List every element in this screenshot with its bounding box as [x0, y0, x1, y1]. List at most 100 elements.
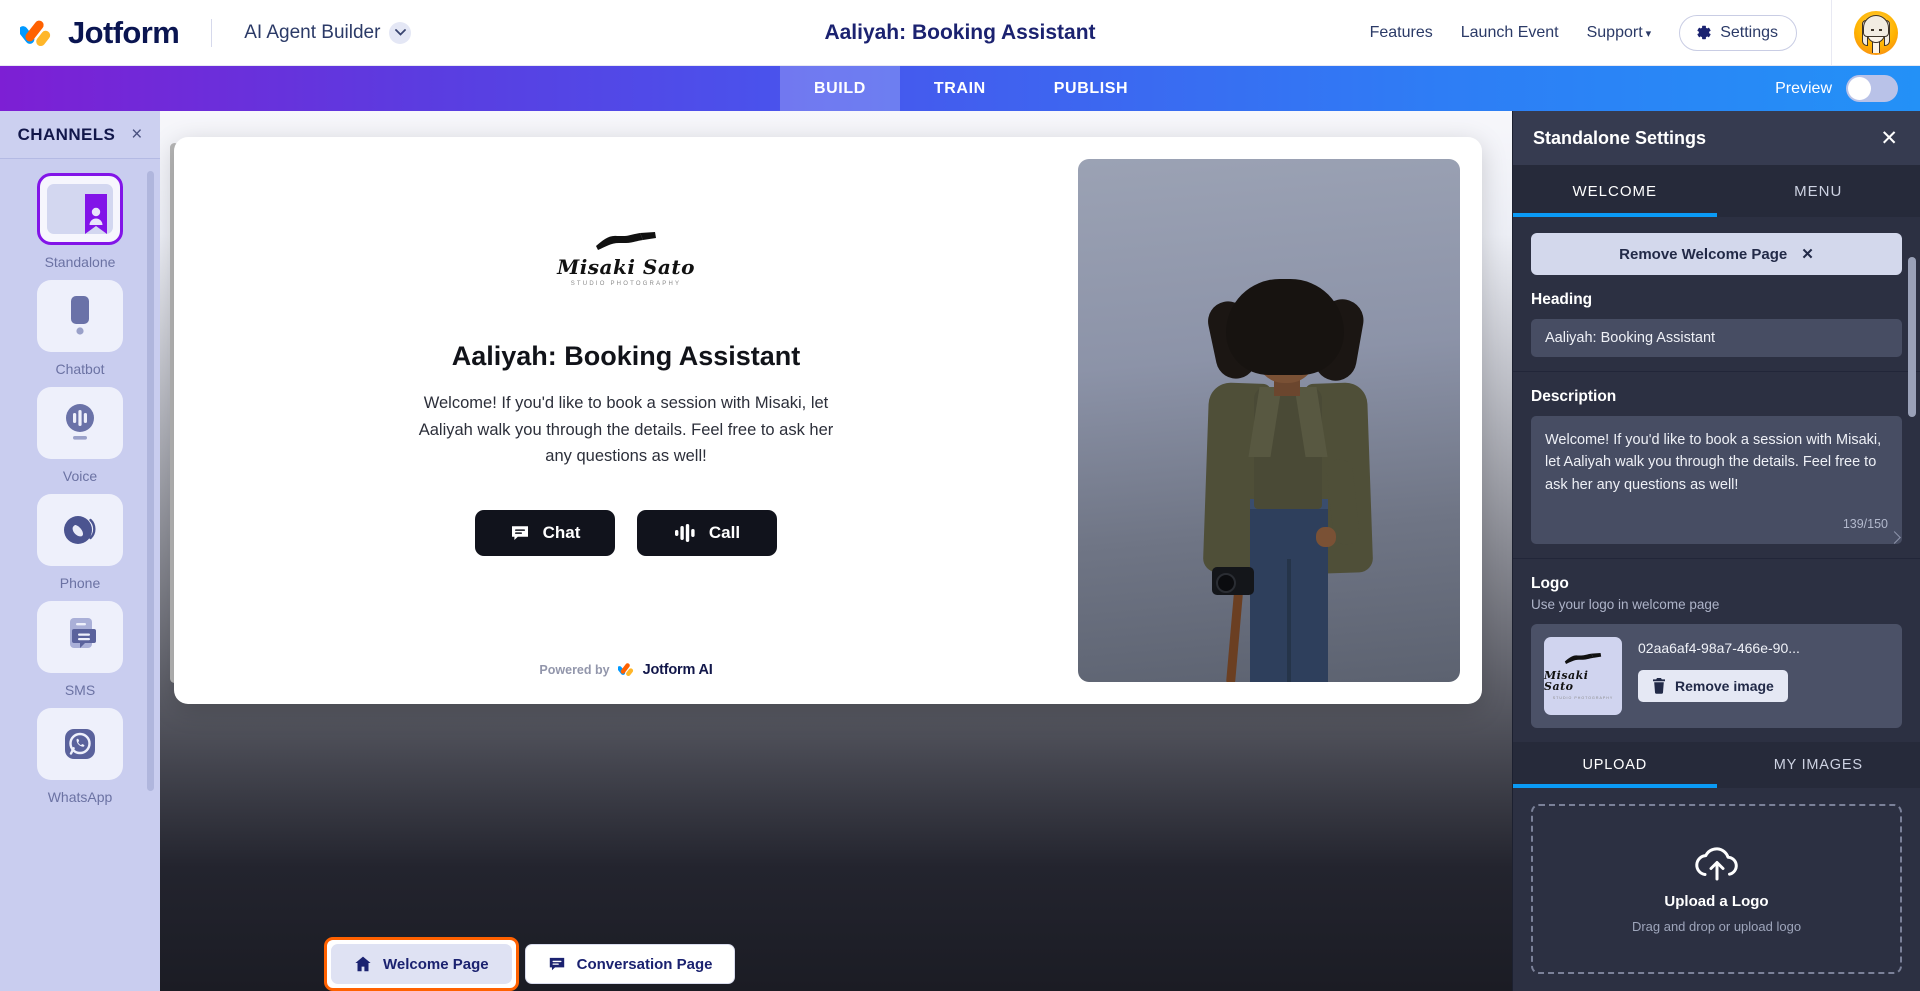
channels-header: CHANNELS ×	[0, 111, 160, 159]
welcome-page-tab-focus-ring[interactable]: Welcome Page	[324, 937, 519, 991]
heading-label: Heading	[1531, 291, 1593, 308]
call-button-label: Call	[708, 523, 741, 543]
sidebar-item-chatbot[interactable]: Chatbot	[0, 280, 160, 377]
gear-icon	[1695, 24, 1712, 41]
nav-link-support[interactable]: Support ▾	[1587, 24, 1652, 42]
tab-my-images[interactable]: MY IMAGES	[1717, 742, 1920, 788]
avatar-hair-top	[1863, 14, 1889, 37]
sidebar-item-voice[interactable]: Voice	[0, 387, 160, 484]
voice-tile[interactable]	[37, 387, 123, 459]
product-switcher[interactable]: AI Agent Builder	[244, 21, 412, 44]
tab-menu[interactable]: MENU	[1717, 165, 1920, 217]
sidebar-item-whatsapp[interactable]: WhatsApp	[0, 708, 160, 805]
remove-welcome-page-label: Remove Welcome Page	[1619, 245, 1788, 263]
remove-image-label: Remove image	[1675, 678, 1774, 694]
remove-welcome-page-button[interactable]: Remove Welcome Page ✕	[1531, 233, 1902, 275]
sidebar-item-label: Chatbot	[55, 361, 105, 377]
welcome-content: Misaki Sato STUDIO PHOTOGRAPHY Aaliyah: …	[174, 137, 1078, 704]
standalone-tile[interactable]	[37, 173, 123, 245]
chevron-down-icon[interactable]	[389, 21, 412, 44]
close-icon[interactable]: ×	[131, 125, 142, 144]
waveform-icon	[674, 523, 696, 543]
photo-hair	[1226, 279, 1344, 375]
avatar-eye-left	[1871, 28, 1874, 31]
sidebar-item-phone[interactable]: Phone	[0, 494, 160, 591]
tab-welcome[interactable]: WELCOME	[1513, 165, 1717, 217]
remove-image-button[interactable]: Remove image	[1638, 670, 1788, 702]
phone-icon	[61, 511, 99, 549]
brand-wordmark: Jotform	[68, 14, 180, 50]
jotform-logo-icon	[617, 661, 635, 678]
description-textarea[interactable]: Welcome! If you'd like to book a session…	[1531, 416, 1902, 544]
tab-welcome-page[interactable]: Welcome Page	[331, 944, 512, 984]
preview-canvas: Misaki Sato STUDIO PHOTOGRAPHY Aaliyah: …	[160, 111, 1512, 991]
tab-conversation-page[interactable]: Conversation Page	[524, 944, 736, 984]
tab-welcome-page-label: Welcome Page	[383, 955, 489, 973]
chat-button-label: Chat	[542, 523, 581, 543]
support-label: Support	[1586, 23, 1643, 41]
voice-icon	[59, 401, 101, 445]
chevron-down-icon: ▾	[1645, 27, 1652, 40]
builder-nav-bar: BUILD TRAIN PUBLISH Preview	[0, 66, 1920, 111]
call-button[interactable]: Call	[637, 510, 777, 557]
logo-name: Misaki Sato	[557, 255, 695, 279]
avatar[interactable]	[1854, 10, 1898, 55]
logo-brush-icon	[557, 231, 695, 256]
settings-scrollbar[interactable]	[1908, 257, 1916, 417]
nav-link-features[interactable]: Features	[1370, 24, 1433, 42]
resize-grip-icon[interactable]	[1888, 531, 1901, 544]
tab-build[interactable]: BUILD	[780, 66, 900, 111]
standalone-icon	[47, 184, 113, 234]
tab-upload[interactable]: UPLOAD	[1513, 742, 1717, 788]
agent-photo	[1078, 159, 1460, 682]
photo-camera-lens	[1216, 573, 1236, 593]
powered-by-footer: Powered by Jotform AI	[174, 661, 1078, 678]
close-icon[interactable]: ✕	[1880, 128, 1898, 149]
tab-publish[interactable]: PUBLISH	[1020, 66, 1162, 111]
logo-tagline: STUDIO PHOTOGRAPHY	[1552, 696, 1614, 700]
logo-label: Logo	[1531, 575, 1569, 592]
welcome-page-card: Misaki Sato STUDIO PHOTOGRAPHY Aaliyah: …	[174, 137, 1482, 704]
whatsapp-tile[interactable]	[37, 708, 123, 780]
welcome-actions: Chat Call	[475, 510, 777, 557]
phone-tile[interactable]	[37, 494, 123, 566]
welcome-logo: Misaki Sato STUDIO PHOTOGRAPHY	[557, 231, 695, 287]
settings-panel-title: Standalone Settings	[1533, 127, 1707, 148]
channels-list: Standalone Chatbot Voice Phone SMS Whats…	[0, 159, 160, 991]
top-header: Jotform AI Agent Builder Aaliyah: Bookin…	[0, 0, 1920, 66]
page-tabs: Welcome Page Conversation Page	[320, 937, 741, 991]
chat-button[interactable]: Chat	[475, 510, 615, 557]
sidebar-item-label: Standalone	[44, 254, 116, 270]
sidebar-item-sms[interactable]: SMS	[0, 601, 160, 698]
active-upload-tab-underline	[1513, 784, 1717, 788]
cloud-upload-icon	[1691, 844, 1743, 884]
settings-panel-header: Standalone Settings ✕	[1513, 111, 1920, 165]
chatbot-tile[interactable]	[37, 280, 123, 352]
heading-input[interactable]: Aaliyah: Booking Assistant	[1531, 319, 1902, 357]
tab-train[interactable]: TRAIN	[900, 66, 1020, 111]
preview-label: Preview	[1775, 79, 1832, 97]
toggle-knob	[1848, 77, 1871, 100]
whatsapp-icon	[61, 725, 99, 763]
description-value: Welcome! If you'd like to book a session…	[1545, 432, 1882, 493]
brand-area[interactable]: Jotform AI Agent Builder	[0, 14, 412, 51]
settings-button-label: Settings	[1720, 23, 1778, 41]
logo-section: Logo Use your logo in welcome page Misak…	[1513, 559, 1920, 742]
sms-tile[interactable]	[37, 601, 123, 673]
avatar-container[interactable]	[1831, 0, 1920, 65]
logo-meta: 02aa6af4-98a7-466e-90... Remove image	[1638, 637, 1889, 715]
settings-button[interactable]: Settings	[1679, 14, 1797, 51]
nav-link-launch-event[interactable]: Launch Event	[1461, 24, 1559, 42]
dropzone-subtitle: Drag and drop or upload logo	[1631, 919, 1802, 934]
logo-dropzone[interactable]: Upload a Logo Drag and drop or upload lo…	[1531, 804, 1902, 974]
settings-tabs: WELCOME MENU	[1513, 165, 1920, 217]
logo-thumbnail[interactable]: Misaki Sato STUDIO PHOTOGRAPHY	[1544, 637, 1622, 715]
powered-by-text: Powered by	[539, 662, 610, 677]
logo-sublabel: Use your logo in welcome page	[1531, 597, 1720, 612]
preview-toggle[interactable]	[1846, 75, 1898, 102]
sidebar-item-standalone[interactable]: Standalone	[0, 173, 160, 270]
sms-icon	[61, 616, 99, 658]
close-icon: ✕	[1801, 246, 1814, 263]
channels-scrollbar[interactable]	[147, 171, 154, 791]
conversation-page-tab-wrap[interactable]: Conversation Page	[519, 938, 742, 990]
